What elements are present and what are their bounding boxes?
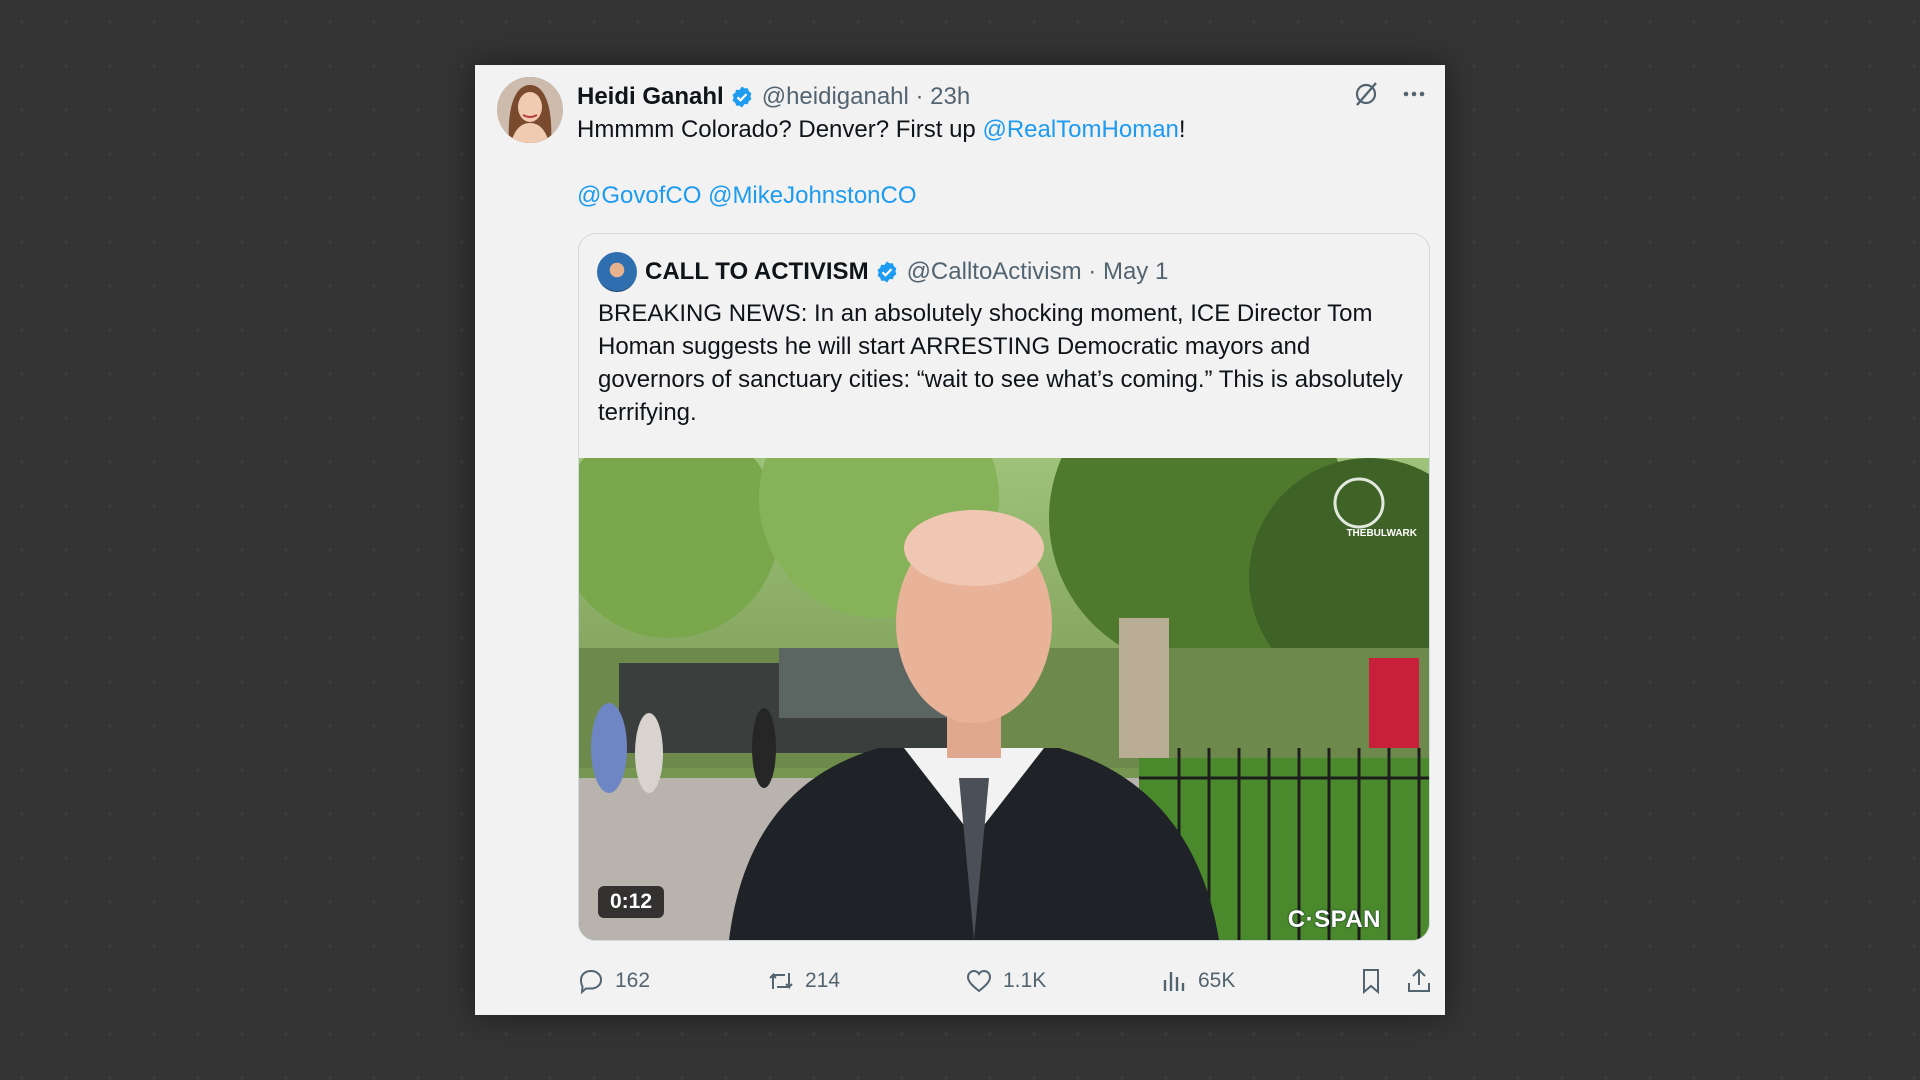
like-icon — [966, 969, 992, 993]
quoted-tweet-text: BREAKING NEWS: In an absolutely shocking… — [598, 300, 1403, 426]
tweet-time[interactable]: 23h — [930, 83, 970, 111]
tweet-header: Heidi Ganahl @heidiganahl · 23h — [577, 79, 970, 115]
views-icon — [1163, 972, 1185, 991]
tweet-actions-bar: 162 214 1.1K 65K — [577, 961, 1430, 1001]
author-name[interactable]: Heidi Ganahl — [577, 83, 724, 111]
grok-icon[interactable] — [1351, 79, 1381, 109]
verified-badge-icon — [730, 85, 754, 109]
video-duration-badge: 0:12 — [598, 886, 665, 918]
separator-dot: · — [908, 83, 931, 110]
quoted-author-handle[interactable]: @CalltoActivism — [907, 258, 1082, 286]
share-button[interactable] — [1405, 961, 1433, 1001]
views-button[interactable]: 65K — [1160, 961, 1235, 1001]
reply-count: 162 — [615, 969, 651, 992]
bookmark-icon — [1363, 969, 1379, 995]
video-logo-text: THEBULWARK — [1346, 528, 1417, 539]
reply-button[interactable]: 162 — [577, 961, 650, 1001]
quoted-author-avatar[interactable] — [597, 252, 637, 292]
quoted-tweet-date[interactable]: May 1 — [1103, 258, 1168, 286]
author-handle[interactable]: @heidiganahl — [762, 83, 909, 111]
repost-button[interactable]: 214 — [767, 961, 840, 1001]
bookmark-button[interactable] — [1357, 961, 1385, 1001]
reply-icon — [579, 969, 603, 995]
quoted-author-name[interactable]: CALL TO ACTIVISM — [645, 258, 869, 286]
quoted-tweet[interactable]: CALL TO ACTIVISM @CalltoActivism · May 1… — [578, 233, 1430, 941]
video-watermark: C·SPAN — [1287, 906, 1381, 933]
mention-link-govofco[interactable]: @GovofCO — [577, 182, 701, 209]
more-icon[interactable] — [1399, 79, 1429, 109]
author-avatar[interactable] — [497, 77, 563, 143]
repost-count: 214 — [805, 969, 841, 992]
views-count: 65K — [1198, 969, 1236, 992]
tweet-mentions: @GovofCO @MikeJohnstonCO — [577, 180, 917, 212]
like-count: 1.1K — [1003, 969, 1047, 992]
verified-badge-icon — [875, 260, 899, 284]
mention-link-realtomhoman[interactable]: @RealTomHoman — [982, 116, 1178, 143]
repost-icon — [769, 972, 793, 990]
tweet-top-icons — [1351, 79, 1429, 109]
tweet-text: Hmmmm Colorado? Denver? First up @RealTo… — [577, 114, 1417, 146]
video-frame-image — [579, 458, 1429, 940]
like-button[interactable]: 1.1K — [965, 961, 1046, 1001]
tweet-text-start: Hmmmm Colorado? Denver? First up — [577, 116, 983, 143]
tweet-card[interactable]: Heidi Ganahl @heidiganahl · 23h Hmmmm Co… — [475, 65, 1445, 1015]
separator-dot: · — [1081, 258, 1103, 285]
video-player[interactable]: THEBULWARK 0:12 C·SPAN — [579, 458, 1429, 940]
share-icon — [1408, 968, 1430, 992]
quoted-tweet-header: CALL TO ACTIVISM @CalltoActivism · May 1 — [597, 252, 1168, 292]
tweet-text-end: ! — [1178, 116, 1186, 143]
mention-link-mikejohnstonco[interactable]: @MikeJohnstonCO — [708, 182, 916, 209]
